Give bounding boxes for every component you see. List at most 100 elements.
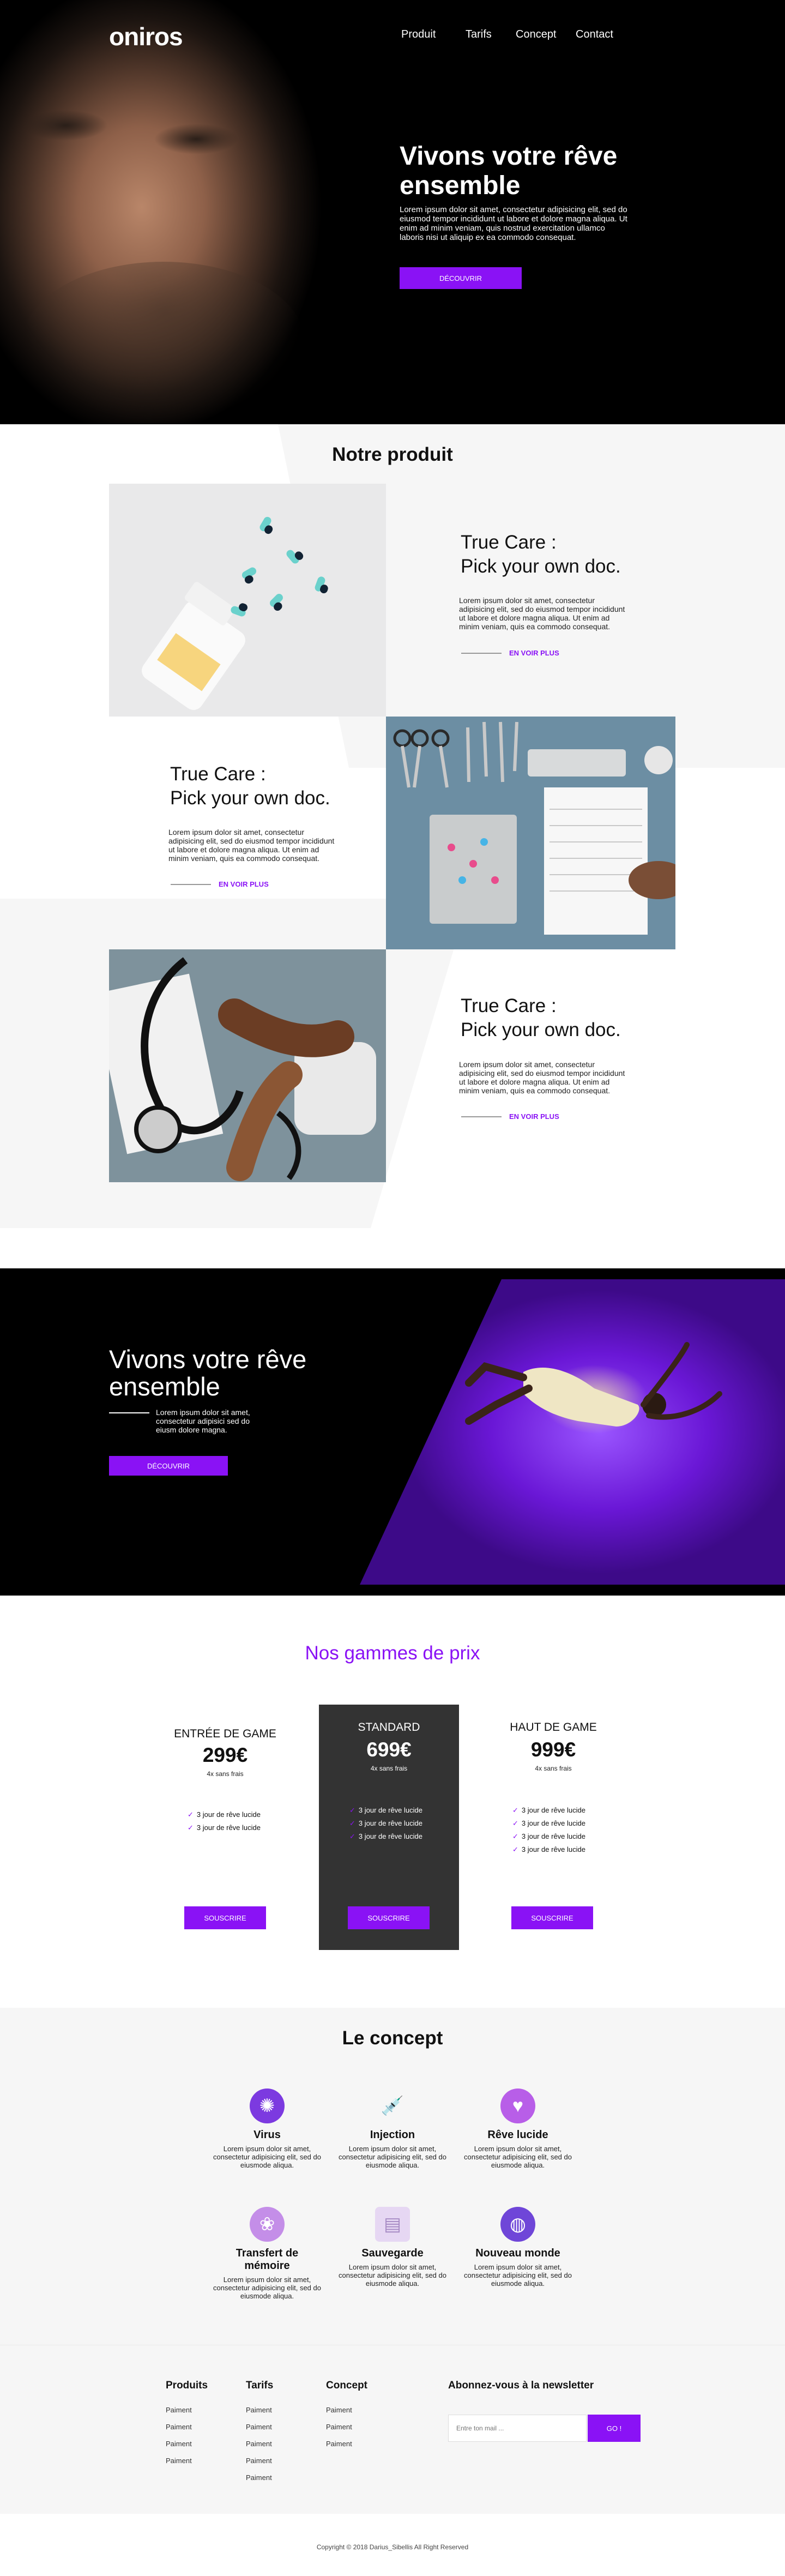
hero-text: Lorem ipsum dolor sit amet, consectetur … bbox=[400, 205, 627, 242]
check-icon: ✓ bbox=[188, 1823, 194, 1832]
plan-name: ENTRÉE DE GAME bbox=[174, 1728, 276, 1740]
globe-icon: ◍ bbox=[500, 2207, 535, 2242]
dream-discover-button[interactable]: DÉCOUVRIR bbox=[109, 1456, 228, 1476]
plan-subtext: 4x sans frais bbox=[207, 1770, 244, 1778]
footer-link[interactable]: Paiment bbox=[246, 2418, 273, 2435]
footer-link[interactable]: Paiment bbox=[166, 2452, 208, 2469]
product-section: Notre produit True Care : Pick your own … bbox=[0, 424, 785, 1228]
subscribe-button-standard[interactable]: SOUSCRIRE bbox=[348, 1906, 430, 1929]
pills-bottle-image bbox=[109, 484, 386, 717]
dream-section: Vivons votre rêve ensemble Lorem ipsum d… bbox=[0, 1268, 785, 1596]
product-title: True Care : Pick your own doc. bbox=[461, 532, 621, 577]
newsletter-submit-button[interactable]: GO ! bbox=[588, 2415, 641, 2442]
plan-features: ✓ 3 jour de rêve lucide ✓ 3 jour de rêve l… bbox=[349, 1806, 459, 1841]
check-icon: ✓ bbox=[188, 1810, 194, 1819]
concept-item-lucid-dream: ♥ Rêve lucide Lorem ipsum dolor sit amet… bbox=[463, 2089, 572, 2169]
concept-item-save: ▤ Sauvegarde Lorem ipsum dolor sit amet,… bbox=[338, 2207, 447, 2288]
concept-title: Le concept bbox=[342, 2027, 443, 2049]
footer-column-tarifs: Tarifs Paiment Paiment Paiment Paiment P… bbox=[246, 2380, 273, 2486]
product-text: Lorem ipsum dolor sit amet, consectetur … bbox=[168, 828, 335, 863]
divider-line bbox=[171, 884, 211, 885]
plan-features: ✓ 3 jour de rêve lucide ✓ 3 jour de rêve l… bbox=[512, 1806, 621, 1854]
hero-discover-button[interactable]: DÉCOUVRIR bbox=[400, 267, 522, 289]
site-logo[interactable]: oniros bbox=[109, 22, 183, 51]
footer-link[interactable]: Paiment bbox=[326, 2435, 367, 2452]
plan-feature: ✓ 3 jour de rêve lucide bbox=[349, 1819, 422, 1827]
product-section-title: Notre produit bbox=[332, 444, 453, 465]
divider-line bbox=[461, 653, 502, 654]
pricing-section: Nos gammes de prix ENTRÉE DE GAME 299€ 4… bbox=[0, 1596, 785, 2008]
plan-features: ✓ 3 jour de rêve lucide ✓ 3 jour de rêve l… bbox=[188, 1810, 293, 1832]
hero-title: Vivons votre rêve ensemble bbox=[400, 142, 618, 200]
save-icon: ▤ bbox=[375, 2207, 410, 2242]
concept-item-memory-transfer: ❀ Transfert de mémoire Lorem ipsum dolor… bbox=[213, 2207, 322, 2300]
plan-feature: ✓ 3 jour de rêve lucide bbox=[512, 1806, 585, 1814]
check-icon: ✓ bbox=[512, 1845, 518, 1853]
see-more-link[interactable]: EN VOIR PLUS bbox=[219, 880, 269, 888]
newsletter-email-input[interactable] bbox=[448, 2415, 587, 2442]
dream-title: Vivons votre rêve ensemble bbox=[109, 1345, 307, 1401]
product-text: Lorem ipsum dolor sit amet, consectetur … bbox=[459, 596, 625, 631]
hero-section: oniros Produit Tarifs Concept Contact Vi… bbox=[0, 0, 785, 424]
plan-feature: ✓ 3 jour de rêve lucide bbox=[188, 1823, 261, 1832]
footer-link[interactable]: Paiment bbox=[326, 2418, 367, 2435]
nav-contact[interactable]: Contact bbox=[576, 28, 613, 41]
plan-feature: ✓ 3 jour de rêve lucide bbox=[349, 1806, 422, 1814]
plan-feature: ✓ 3 jour de rêve lucide bbox=[349, 1832, 422, 1840]
product-text: Lorem ipsum dolor sit amet, consectetur … bbox=[459, 1060, 625, 1095]
heartbeat-icon: ♥ bbox=[500, 2089, 535, 2123]
subscribe-button-entry[interactable]: SOUSCRIRE bbox=[184, 1906, 266, 1929]
medical-tools-image bbox=[386, 717, 675, 949]
plan-name: STANDARD bbox=[358, 1721, 420, 1734]
plan-price: 699€ bbox=[366, 1738, 412, 1761]
dream-text: Lorem ipsum dolor sit amet, consectetur … bbox=[156, 1408, 250, 1434]
plan-feature: ✓ 3 jour de rêve lucide bbox=[512, 1819, 585, 1827]
footer-link[interactable]: Paiment bbox=[166, 2402, 208, 2418]
see-more-link[interactable]: EN VOIR PLUS bbox=[509, 649, 559, 657]
concept-item-injection: 💉 Injection Lorem ipsum dolor sit amet, … bbox=[338, 2089, 447, 2169]
plan-name: HAUT DE GAME bbox=[510, 1721, 597, 1734]
virus-icon: ✺ bbox=[250, 2089, 285, 2123]
nav-concept[interactable]: Concept bbox=[516, 28, 557, 41]
copyright-text: Copyright © 2018 Darius_Sibellis All Rig… bbox=[316, 2543, 469, 2551]
check-icon: ✓ bbox=[512, 1832, 518, 1840]
footer-link[interactable]: Paiment bbox=[246, 2452, 273, 2469]
plan-price: 299€ bbox=[202, 1744, 248, 1766]
footer-link[interactable]: Paiment bbox=[246, 2435, 273, 2452]
divider-line bbox=[109, 1412, 149, 1413]
plan-subtext: 4x sans frais bbox=[370, 1765, 408, 1772]
plan-subtext: 4x sans frais bbox=[535, 1765, 572, 1772]
product-title: True Care : Pick your own doc. bbox=[461, 995, 621, 1040]
subscribe-button-premium[interactable]: SOUSCRIRE bbox=[511, 1906, 593, 1929]
concept-item-virus: ✺ Virus Lorem ipsum dolor sit amet, cons… bbox=[213, 2089, 322, 2169]
footer-link[interactable]: Paiment bbox=[166, 2418, 208, 2435]
plan-feature: ✓ 3 jour de rêve lucide bbox=[188, 1810, 261, 1819]
plan-feature: ✓ 3 jour de rêve lucide bbox=[512, 1832, 585, 1840]
pricing-title: Nos gammes de prix bbox=[305, 1642, 480, 1664]
footer-link[interactable]: Paiment bbox=[246, 2469, 273, 2486]
nav-produit[interactable]: Produit bbox=[401, 28, 436, 41]
plan-price: 999€ bbox=[530, 1738, 576, 1761]
footer-link[interactable]: Paiment bbox=[246, 2402, 273, 2418]
floating-woman-image bbox=[360, 1279, 785, 1585]
plan-feature: ✓ 3 jour de rêve lucide bbox=[512, 1845, 585, 1853]
footer: Produits Paiment Paiment Paiment Paiment… bbox=[0, 2345, 785, 2576]
nav-tarifs[interactable]: Tarifs bbox=[466, 28, 492, 41]
footer-link[interactable]: Paiment bbox=[326, 2402, 367, 2418]
brain-icon: ❀ bbox=[250, 2207, 285, 2242]
see-more-link[interactable]: EN VOIR PLUS bbox=[509, 1112, 559, 1121]
newsletter-title: Abonnez-vous à la newsletter bbox=[448, 2380, 594, 2391]
footer-column-produits: Produits Paiment Paiment Paiment Paiment bbox=[166, 2380, 208, 2469]
product-title: True Care : Pick your own doc. bbox=[170, 763, 330, 809]
divider-line bbox=[461, 1116, 502, 1117]
check-icon: ✓ bbox=[349, 1819, 355, 1827]
footer-link[interactable]: Paiment bbox=[166, 2435, 208, 2452]
check-icon: ✓ bbox=[349, 1832, 355, 1840]
footer-column-concept: Concept Paiment Paiment Paiment bbox=[326, 2380, 367, 2452]
check-icon: ✓ bbox=[512, 1819, 518, 1827]
hero-portrait-shading bbox=[22, 262, 305, 424]
check-icon: ✓ bbox=[512, 1806, 518, 1814]
syringe-icon: 💉 bbox=[381, 2096, 404, 2116]
concept-section: Le concept ✺ Virus Lorem ipsum dolor sit… bbox=[0, 2008, 785, 2345]
concept-item-new-world: ◍ Nouveau monde Lorem ipsum dolor sit am… bbox=[463, 2207, 572, 2288]
